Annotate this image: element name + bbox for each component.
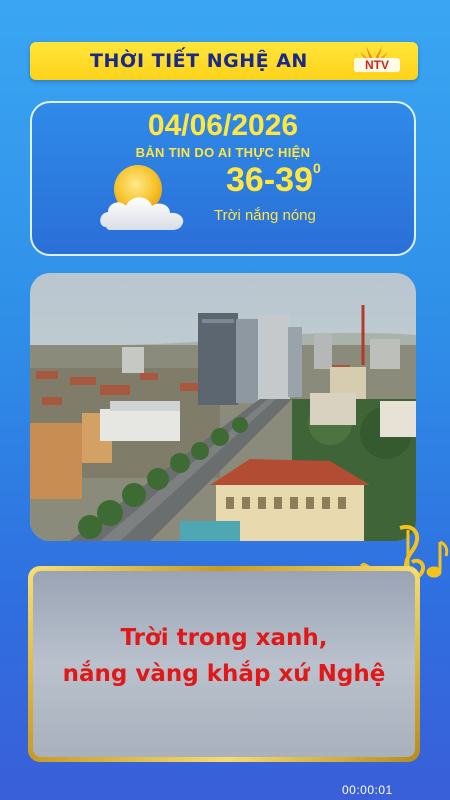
message-frame: Trời trong xanh, nắng vàng khắp xứ Nghệ [28, 566, 420, 762]
weather-card: 04/06/2026 BẢN TIN DO AI THỰC HIỆN 36-39… [30, 101, 416, 256]
message-panel: Trời trong xanh, nắng vàng khắp xứ Nghệ [33, 571, 415, 757]
city-skyline-image [30, 273, 416, 541]
city-photo [30, 273, 416, 541]
report-subtitle: BẢN TIN DO AI THỰC HIỆN [135, 145, 311, 160]
sun-behind-cloud-icon [100, 165, 184, 230]
weather-condition: Trời nắng nóng [214, 207, 316, 224]
page-title: THỜI TIẾT NGHỆ AN [90, 50, 308, 72]
message-line-1: Trời trong xanh, [120, 625, 328, 651]
temperature-range: 36-39 [226, 161, 313, 199]
video-timestamp: 00:00:01 [342, 783, 393, 797]
title-bar: THỜI TIẾT NGHỆ AN NTV [30, 42, 418, 80]
message-line-2: nắng vàng khắp xứ Nghệ [62, 661, 386, 687]
logo-text: NTV [365, 58, 389, 72]
temperature-value: 36-390 [226, 159, 321, 200]
degree-mark: 0 [312, 159, 321, 176]
ntv-logo: NTV [354, 46, 400, 72]
date-label: 04/06/2026 [147, 109, 299, 142]
